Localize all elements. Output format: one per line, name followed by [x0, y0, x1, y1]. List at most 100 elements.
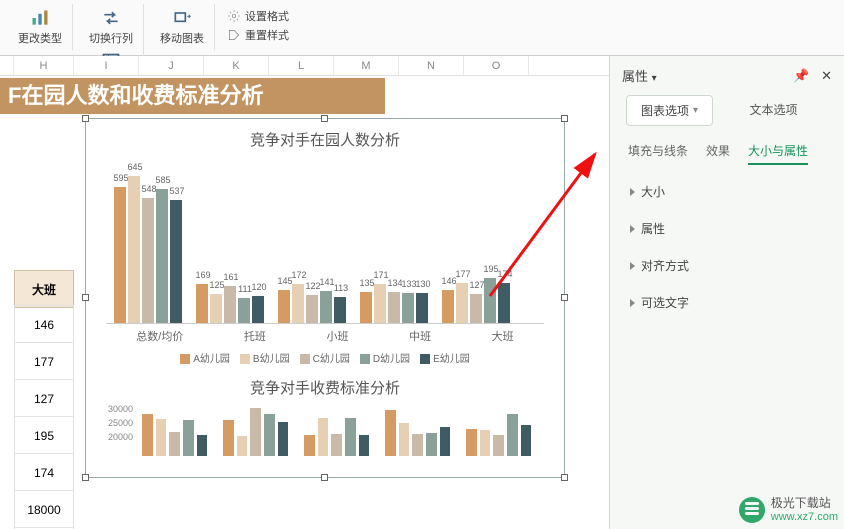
spreadsheet-area: H I J K L M N O F在园人数和收费标准分析 大班 146 177 …	[0, 56, 609, 529]
chart-bar	[197, 435, 208, 456]
chart-bar	[318, 418, 329, 456]
chart-bar	[223, 420, 234, 456]
switch-icon	[101, 8, 121, 28]
chart-bar: 585	[156, 189, 168, 323]
col-header[interactable]: L	[269, 56, 334, 75]
resize-handle[interactable]	[321, 115, 328, 122]
chart-plot-area: 5956455485855371691251611111201451721221…	[106, 154, 544, 324]
subtab-size[interactable]: 大小与属性	[748, 142, 808, 165]
chart-bar	[412, 434, 423, 456]
section-alt-text[interactable]: 可选文字	[626, 284, 828, 321]
chart-bar: 130	[416, 293, 428, 323]
chart-plot-area-2	[142, 404, 544, 456]
chart-bar	[156, 419, 167, 456]
watermark-url: www.xz7.com	[771, 511, 838, 523]
y-tick: 30000	[108, 404, 133, 414]
x-label: 托班	[244, 328, 266, 344]
expand-icon	[630, 225, 635, 233]
chart-bar: 195	[484, 278, 496, 323]
resize-handle[interactable]	[561, 474, 568, 481]
chart-bar: 127	[470, 294, 482, 323]
subtab-effect[interactable]: 效果	[706, 142, 730, 165]
x-label: 小班	[327, 328, 349, 344]
pin-icon[interactable]: 📌	[793, 68, 809, 83]
chart-bar	[507, 414, 518, 456]
data-cell[interactable]: 146	[14, 305, 74, 343]
chart-bar	[183, 420, 194, 456]
chart-bar: 122	[306, 295, 318, 323]
chart-bar	[385, 410, 396, 456]
data-cell[interactable]: 174	[14, 453, 74, 491]
table-header-cell[interactable]: 大班	[14, 270, 74, 308]
chart-bar	[359, 435, 370, 456]
watermark-logo-icon	[739, 497, 765, 523]
chart-bar: 548	[142, 198, 154, 323]
set-format-button[interactable]: 设置格式	[227, 8, 289, 24]
subtab-fill[interactable]: 填充与线条	[628, 142, 688, 165]
chart-bar: 174	[498, 283, 510, 323]
chart-bar	[399, 423, 410, 456]
col-header[interactable]: K	[204, 56, 269, 75]
resize-handle[interactable]	[561, 115, 568, 122]
switch-row-col-button[interactable]: 切换行列	[85, 6, 137, 48]
col-header[interactable]: O	[464, 56, 529, 75]
properties-panel: 属性 ▾ 📌 ✕ 图表选项▾ 文本选项 填充与线条 效果 大小与属性 大小 属性…	[609, 56, 844, 529]
data-cell[interactable]: 195	[14, 416, 74, 454]
col-header[interactable]: M	[334, 56, 399, 75]
chart-title-2: 竞争对手收费标准分析	[86, 371, 564, 404]
change-type-button[interactable]: 更改类型	[14, 6, 66, 48]
embedded-chart[interactable]: 竞争对手在园人数分析 59564554858553716912516111112…	[85, 118, 565, 478]
chart-bar: 113	[334, 297, 346, 323]
resize-handle[interactable]	[82, 115, 89, 122]
col-header[interactable]: N	[399, 56, 464, 75]
chart-bar	[493, 435, 504, 456]
data-cell[interactable]: 18000	[14, 490, 74, 528]
chart-bar	[142, 414, 153, 456]
chart-options-dropdown[interactable]: 图表选项▾	[626, 95, 713, 126]
x-label: 总数/均价	[136, 328, 183, 344]
resize-handle[interactable]	[321, 474, 328, 481]
chart-bar: 145	[278, 290, 290, 323]
resize-handle[interactable]	[82, 474, 89, 481]
chart-bar: 645	[128, 176, 140, 323]
close-icon[interactable]: ✕	[821, 68, 832, 83]
data-cell[interactable]: 127	[14, 379, 74, 417]
legend-item: C幼儿园	[300, 350, 350, 365]
chart-bar: 125	[210, 294, 222, 323]
legend-item: E幼儿园	[420, 350, 470, 365]
chart-bar: 135	[360, 292, 372, 323]
resize-handle[interactable]	[82, 294, 89, 301]
chart-legend: A幼儿园B幼儿园C幼儿园D幼儿园E幼儿园	[86, 350, 564, 371]
data-cell[interactable]: 177	[14, 342, 74, 380]
chart-bar: 111	[238, 298, 250, 323]
chart-bar	[304, 435, 315, 456]
col-header[interactable]: H	[14, 56, 74, 75]
expand-icon	[630, 188, 635, 196]
legend-item: A幼儿园	[180, 350, 230, 365]
text-options-tab[interactable]: 文本选项	[719, 95, 828, 126]
expand-icon	[630, 262, 635, 270]
section-align[interactable]: 对齐方式	[626, 247, 828, 284]
gear-icon	[227, 9, 241, 23]
chart-bar	[278, 422, 289, 456]
data-column: 146 177 127 195 174 18000 12000	[14, 306, 74, 529]
y-tick: 20000	[108, 432, 133, 442]
panel-title: 属性 ▾	[622, 66, 657, 85]
col-header[interactable]: I	[74, 56, 139, 75]
legend-item: D幼儿园	[360, 350, 410, 365]
move-chart-icon	[172, 8, 192, 28]
chart-x-labels: 总数/均价托班小班中班大班	[106, 328, 544, 344]
section-size[interactable]: 大小	[626, 173, 828, 210]
resize-handle[interactable]	[561, 294, 568, 301]
reset-style-button[interactable]: 重置样式	[227, 27, 289, 43]
chart-bar: 120	[252, 296, 264, 323]
chart-bar	[169, 432, 180, 456]
chart-bar	[426, 433, 437, 456]
move-chart-button[interactable]: 移动图表	[156, 6, 208, 48]
col-header[interactable]: J	[139, 56, 204, 75]
chart-bar	[331, 434, 342, 456]
y-tick: 25000	[108, 418, 133, 428]
section-properties[interactable]: 属性	[626, 210, 828, 247]
chart-bar	[345, 418, 356, 456]
sheet-banner-title: F在园人数和收费标准分析	[0, 78, 385, 114]
